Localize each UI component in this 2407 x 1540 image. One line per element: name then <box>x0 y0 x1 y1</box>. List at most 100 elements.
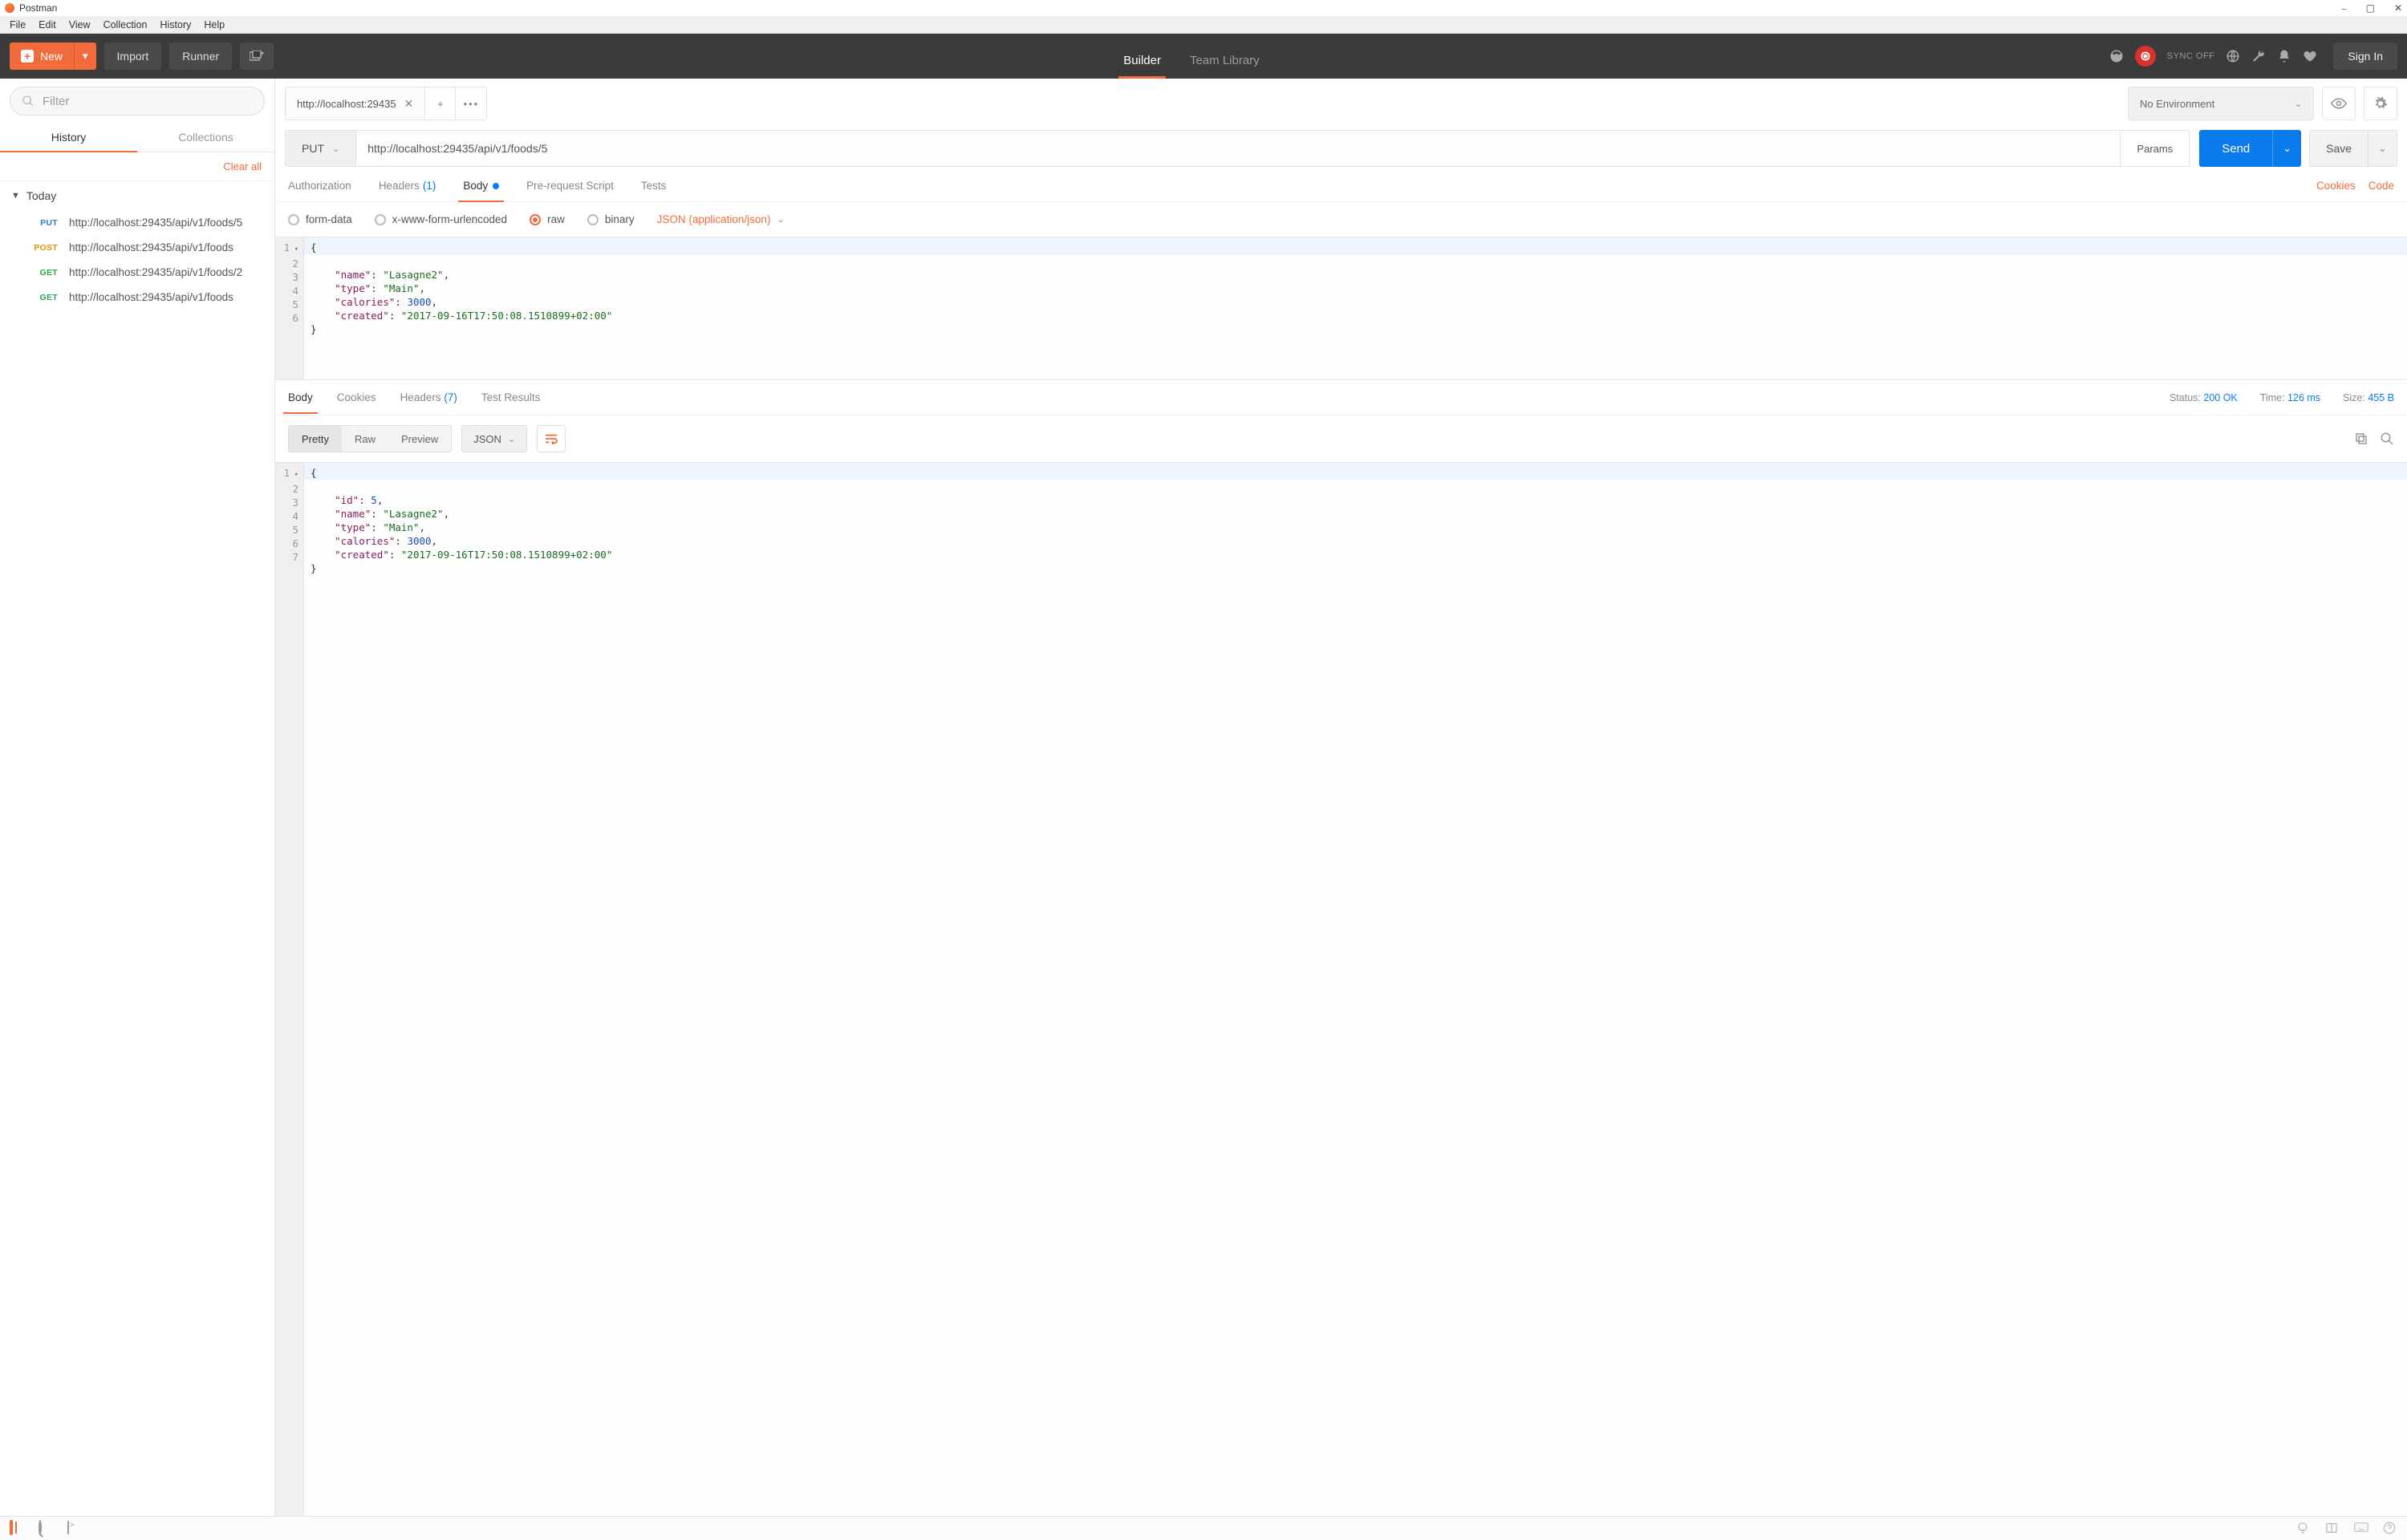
menubar: File Edit View Collection History Help <box>0 16 2407 34</box>
sync-status: SYNC OFF <box>2167 51 2215 61</box>
params-button[interactable]: Params <box>2121 130 2190 167</box>
method-select[interactable]: PUT⌄ <box>285 130 356 167</box>
bulb-icon[interactable] <box>2296 1522 2311 1536</box>
env-settings-button[interactable] <box>2364 87 2397 120</box>
find-icon[interactable] <box>39 1522 53 1536</box>
cookies-link[interactable]: Cookies <box>2316 180 2356 192</box>
menu-collection[interactable]: Collection <box>97 18 154 32</box>
menu-history[interactable]: History <box>153 18 197 32</box>
main-panel: http://localhost:29435✕ + ••• No Environ… <box>275 79 2407 1516</box>
wrench-icon[interactable] <box>2251 49 2266 63</box>
keyboard-icon[interactable] <box>2354 1522 2368 1536</box>
app-logo <box>5 3 14 13</box>
view-raw[interactable]: Raw <box>342 426 388 452</box>
globe-icon[interactable] <box>2226 49 2240 63</box>
clear-all-link[interactable]: Clear all <box>0 152 274 181</box>
environment-select[interactable]: No Environment⌄ <box>2128 87 2314 120</box>
menu-view[interactable]: View <box>63 18 97 32</box>
close-tab-icon[interactable]: ✕ <box>404 97 414 111</box>
sign-in-button[interactable]: Sign In <box>2333 43 2397 70</box>
filter-input[interactable]: Filter <box>10 87 265 116</box>
send-dropdown[interactable]: ⌄ <box>2272 130 2301 167</box>
history-section-today[interactable]: ▼Today <box>0 181 274 210</box>
history-item[interactable]: GEThttp://localhost:29435/api/v1/foods/2 <box>0 260 274 285</box>
request-body-code[interactable]: { "name": "Lasagne2", "type": "Main", "c… <box>304 237 2407 379</box>
view-preview[interactable]: Preview <box>388 426 451 452</box>
response-view-segment: Pretty Raw Preview <box>288 425 452 452</box>
radio-urlencoded[interactable]: x-www-form-urlencoded <box>375 213 507 225</box>
response-tab-tests[interactable]: Test Results <box>481 391 541 403</box>
add-tab-button[interactable]: + <box>425 87 456 120</box>
env-preview-button[interactable] <box>2322 87 2356 120</box>
time-label: Time: 126 ms <box>2260 392 2320 403</box>
new-dropdown[interactable]: ▾ <box>75 43 96 70</box>
menu-help[interactable]: Help <box>197 18 231 32</box>
search-icon <box>22 95 35 107</box>
radio-form-data[interactable]: form-data <box>288 213 352 225</box>
sidebar-tab-collections[interactable]: Collections <box>137 122 274 152</box>
wrap-lines-button[interactable] <box>537 425 566 452</box>
request-body-editor[interactable]: 123456 { "name": "Lasagne2", "type": "Ma… <box>275 237 2407 379</box>
menu-edit[interactable]: Edit <box>32 18 63 32</box>
window-title: Postman <box>19 2 57 14</box>
size-label: Size: 455 B <box>2343 392 2394 403</box>
tabs-menu-button[interactable]: ••• <box>456 87 486 120</box>
modified-dot-icon <box>493 183 499 189</box>
heart-icon[interactable] <box>2303 49 2317 63</box>
sidebar-tab-history[interactable]: History <box>0 122 137 152</box>
response-body-viewer[interactable]: 1234567 { "id": 5, "name": "Lasagne2", "… <box>275 462 2407 1516</box>
history-item[interactable]: POSThttp://localhost:29435/api/v1/foods <box>0 235 274 260</box>
sync-badge-icon[interactable] <box>2135 46 2156 67</box>
response-tab-cookies[interactable]: Cookies <box>337 391 376 403</box>
tab-builder[interactable]: Builder <box>1123 54 1161 79</box>
window-close-icon[interactable]: ✕ <box>2394 2 2402 14</box>
two-pane-icon[interactable] <box>2325 1522 2340 1536</box>
send-button[interactable]: Send <box>2199 130 2272 167</box>
help-icon[interactable] <box>2383 1522 2397 1536</box>
search-response-icon[interactable] <box>2380 432 2394 446</box>
save-button[interactable]: Save <box>2310 131 2368 166</box>
subtab-prerequest[interactable]: Pre-request Script <box>526 180 614 201</box>
radio-binary[interactable]: binary <box>587 213 635 225</box>
plus-icon: + <box>21 50 34 63</box>
copy-response-icon[interactable] <box>2354 432 2368 446</box>
subtab-body[interactable]: Body <box>463 180 499 201</box>
import-button[interactable]: Import <box>104 43 162 70</box>
response-body-code: { "id": 5, "name": "Lasagne2", "type": "… <box>304 463 2407 1516</box>
runner-button[interactable]: Runner <box>169 43 232 70</box>
menu-file[interactable]: File <box>3 18 32 32</box>
window-maximize-icon[interactable]: ▢ <box>2366 2 2375 14</box>
chevron-down-icon: ⌄ <box>2295 99 2302 109</box>
chevron-down-icon: ⌄ <box>508 434 515 444</box>
response-tab-body[interactable]: Body <box>288 391 313 403</box>
url-input[interactable]: http://localhost:29435/api/v1/foods/5 <box>356 130 2121 167</box>
save-dropdown[interactable]: ⌄ <box>2368 131 2397 166</box>
size-value: 455 B <box>2368 392 2394 403</box>
history-item[interactable]: GEThttp://localhost:29435/api/v1/foods <box>0 285 274 310</box>
subtab-tests[interactable]: Tests <box>641 180 667 201</box>
response-tab-headers[interactable]: Headers (7) <box>400 391 457 403</box>
subtab-headers[interactable]: Headers(1) <box>379 180 436 201</box>
window-minimize-icon[interactable]: – <box>2342 2 2347 14</box>
view-pretty[interactable]: Pretty <box>289 426 342 452</box>
chevron-down-icon: ⌄ <box>332 144 339 154</box>
statusbar <box>0 1516 2407 1540</box>
window-titlebar: Postman – ▢ ✕ <box>0 0 2407 16</box>
new-button[interactable]: + New ▾ <box>10 43 96 70</box>
console-icon[interactable] <box>67 1522 82 1536</box>
satellite-icon[interactable] <box>2109 49 2124 63</box>
bell-icon[interactable] <box>2277 49 2291 63</box>
code-link[interactable]: Code <box>2368 180 2394 192</box>
new-button-label: New <box>40 50 63 63</box>
radio-raw[interactable]: raw <box>530 213 565 225</box>
content-type-select[interactable]: JSON (application/json)⌄ <box>657 213 785 225</box>
tab-team-library[interactable]: Team Library <box>1190 54 1260 79</box>
new-window-button[interactable]: ▾ <box>240 43 274 70</box>
request-tab[interactable]: http://localhost:29435✕ <box>286 87 425 120</box>
response-format-select[interactable]: JSON⌄ <box>461 425 527 452</box>
history-item[interactable]: PUThttp://localhost:29435/api/v1/foods/5 <box>0 210 274 235</box>
subtab-authorization[interactable]: Authorization <box>288 180 351 201</box>
caret-down-icon: ▼ <box>11 191 20 201</box>
line-gutter: 123456 <box>275 237 304 379</box>
layout-toggle-icon[interactable] <box>10 1522 24 1536</box>
